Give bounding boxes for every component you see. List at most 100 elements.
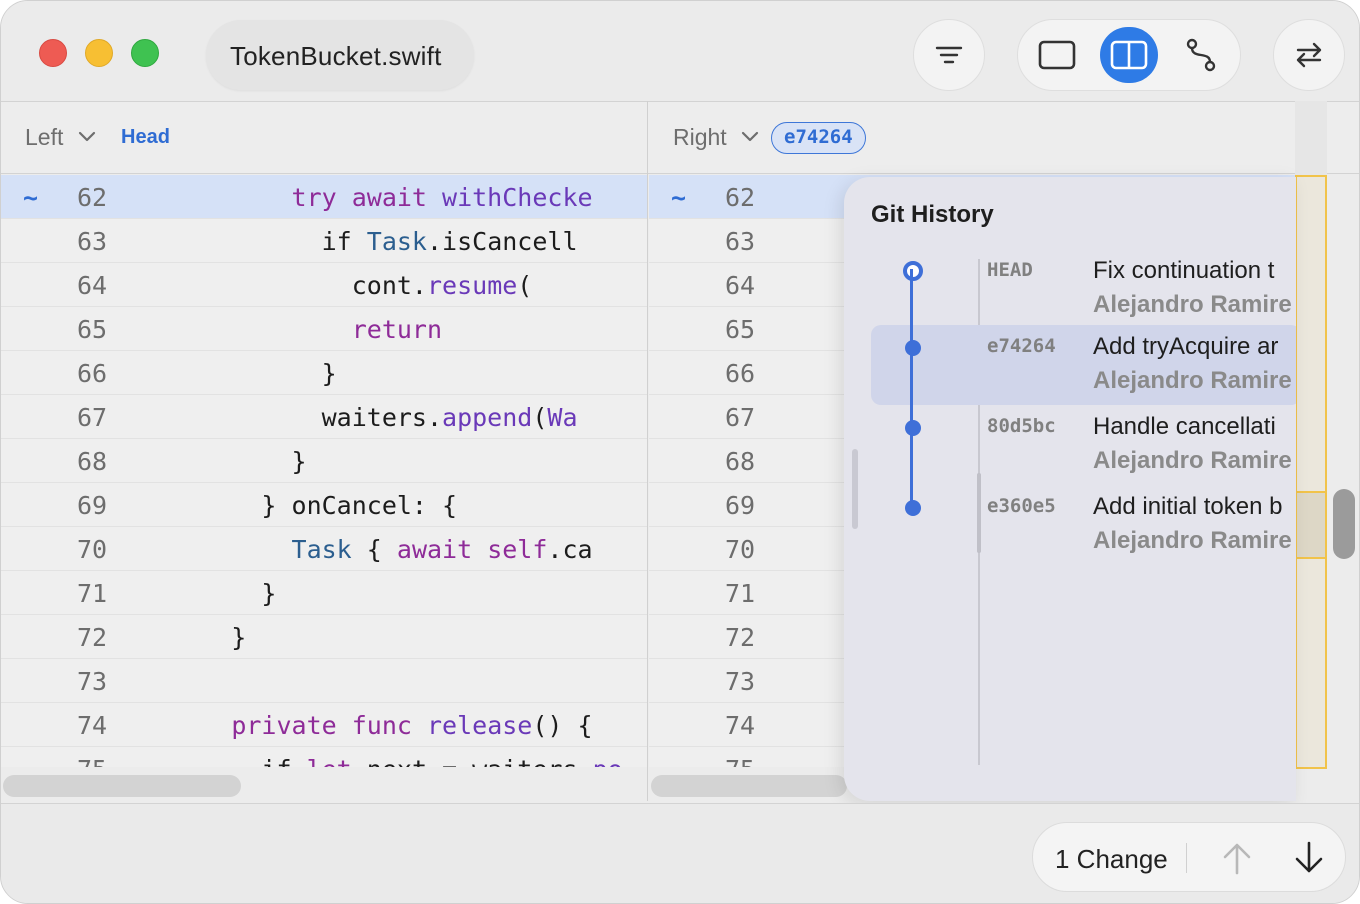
code-line: 66 } <box>1 351 647 395</box>
code-line: ~ 62 try await withChecke <box>1 175 647 219</box>
filter-button[interactable] <box>913 19 985 91</box>
commit-row[interactable]: 80d5bc Handle cancellati Alejandro Ramir… <box>871 405 1296 485</box>
graph-view-button[interactable] <box>1172 27 1230 83</box>
code-line: 68 } <box>1 439 647 483</box>
vertical-scrollbar-thumb[interactable] <box>1333 489 1355 559</box>
arrow-down-icon[interactable] <box>1291 839 1327 877</box>
line-number: 68 <box>77 447 108 476</box>
git-history-popover: Git History HEAD Fix continuation t Alej… <box>844 177 1296 801</box>
code-line: 72 } <box>1 615 647 659</box>
line-number: 70 <box>725 535 756 564</box>
commit-message: Fix continuation t <box>1093 257 1275 284</box>
head-commit-dot-icon <box>903 261 923 281</box>
code-text: } onCancel: { <box>141 491 458 520</box>
split-pane-button[interactable] <box>1100 27 1158 83</box>
code-line: 75 if let next = waiters.po <box>1 747 647 767</box>
commit-author: Alejandro Ramire <box>1093 367 1292 394</box>
commit-dot-icon <box>905 420 921 436</box>
close-window-button[interactable] <box>39 39 67 67</box>
minimap-header <box>1295 101 1327 175</box>
file-title-pill[interactable]: TokenBucket.swift <box>206 20 474 90</box>
commit-row[interactable]: e360e5 Add initial token b Alejandro Ram… <box>871 485 1296 565</box>
right-revision-tag[interactable]: e74264 <box>771 122 866 154</box>
single-pane-button[interactable] <box>1028 27 1086 83</box>
left-side-selector[interactable]: Left <box>25 124 96 151</box>
commit-graph-line <box>910 269 913 509</box>
commit-hash: e360e5 <box>987 495 1056 517</box>
line-number: 70 <box>77 535 108 564</box>
code-line: 67 waiters.append(Wa <box>1 395 647 439</box>
code-text: } <box>141 579 277 608</box>
line-number: 73 <box>725 667 756 696</box>
footer-bar: 1 Change <box>1 803 1359 903</box>
left-revision-tag[interactable]: Head <box>121 126 170 149</box>
left-horizontal-scrollbar[interactable] <box>3 775 241 797</box>
line-number: 72 <box>77 623 108 652</box>
commit-dot-icon <box>905 500 921 516</box>
graph-branch-icon <box>1186 38 1216 72</box>
pane-header-row: Left Head Right e74264 <box>1 101 1359 174</box>
right-horizontal-scrollbar[interactable] <box>651 775 847 797</box>
line-number: 68 <box>725 447 756 476</box>
commit-author: Alejandro Ramire <box>1093 291 1292 318</box>
commit-dot-icon <box>905 340 921 356</box>
code-text: Task { await self.ca <box>291 535 593 564</box>
code-text: if Task.isCancell <box>141 227 578 256</box>
line-number: 71 <box>725 579 756 608</box>
code-line: 71 } <box>1 571 647 615</box>
code-text: return <box>351 315 443 344</box>
code-line: 65 return <box>1 307 647 351</box>
commit-author: Alejandro Ramire <box>1093 447 1292 474</box>
line-number: 69 <box>725 491 756 520</box>
popover-scroll-indicator[interactable] <box>852 449 858 529</box>
commit-row-selected[interactable]: e74264 Add tryAcquire ar Alejandro Ramir… <box>871 325 1296 405</box>
right-side-selector[interactable]: Right <box>673 124 759 151</box>
line-number: 69 <box>77 491 108 520</box>
commit-hash: e74264 <box>987 335 1056 357</box>
diff-overview-minimap[interactable] <box>1295 175 1327 769</box>
line-number: 65 <box>77 315 108 344</box>
arrow-up-icon[interactable] <box>1219 839 1255 877</box>
commit-message: Add initial token b <box>1093 493 1283 520</box>
change-count: 1 Change <box>1055 844 1168 874</box>
filter-lines-icon <box>935 46 963 64</box>
line-number: 63 <box>77 227 108 256</box>
commit-message: Handle cancellati <box>1093 413 1276 440</box>
line-number: 63 <box>725 227 756 256</box>
code-line: 73 <box>1 659 647 703</box>
change-navigator: 1 Change <box>1032 822 1346 892</box>
code-text: try await withChecke <box>291 183 593 212</box>
change-marker: ~ <box>23 183 39 212</box>
right-side-label: Right <box>673 124 727 150</box>
code-line: 69 } onCancel: { <box>1 483 647 527</box>
left-side-label: Left <box>25 124 64 150</box>
line-number: 66 <box>77 359 108 388</box>
single-pane-icon <box>1038 40 1076 70</box>
change-marker: ~ <box>671 183 687 212</box>
commit-row[interactable]: HEAD Fix continuation t Alejandro Ramire <box>871 249 1296 329</box>
file-title: TokenBucket.swift <box>230 41 442 71</box>
line-number: 62 <box>725 183 756 212</box>
zoom-window-button[interactable] <box>131 39 159 67</box>
pane-divider[interactable] <box>647 101 648 801</box>
code-text: } <box>141 623 247 652</box>
view-mode-selector <box>1017 19 1241 91</box>
code-text: } <box>141 447 307 476</box>
code-line: 70 Task { await self.ca <box>1 527 647 571</box>
commit-author: Alejandro Ramire <box>1093 527 1292 554</box>
code-line: 64 cont.resume( <box>1 263 647 307</box>
swap-arrows-icon <box>1296 42 1322 68</box>
left-code-pane[interactable]: ~ 62 try await withChecke 63 if Task.isC… <box>1 175 647 767</box>
minimap-viewport[interactable] <box>1295 491 1327 559</box>
code-text: cont.resume( <box>141 271 533 300</box>
swap-sides-button[interactable] <box>1273 19 1345 91</box>
line-number: 62 <box>77 183 108 212</box>
split-pane-icon <box>1110 40 1148 70</box>
line-number: 66 <box>725 359 756 388</box>
minimize-window-button[interactable] <box>85 39 113 67</box>
line-number: 64 <box>725 271 756 300</box>
title-bar: TokenBucket.swift <box>1 1 1359 101</box>
vertical-scroll-track[interactable] <box>1331 175 1355 769</box>
line-number: 73 <box>77 667 108 696</box>
code-line: 63 if Task.isCancell <box>1 219 647 263</box>
